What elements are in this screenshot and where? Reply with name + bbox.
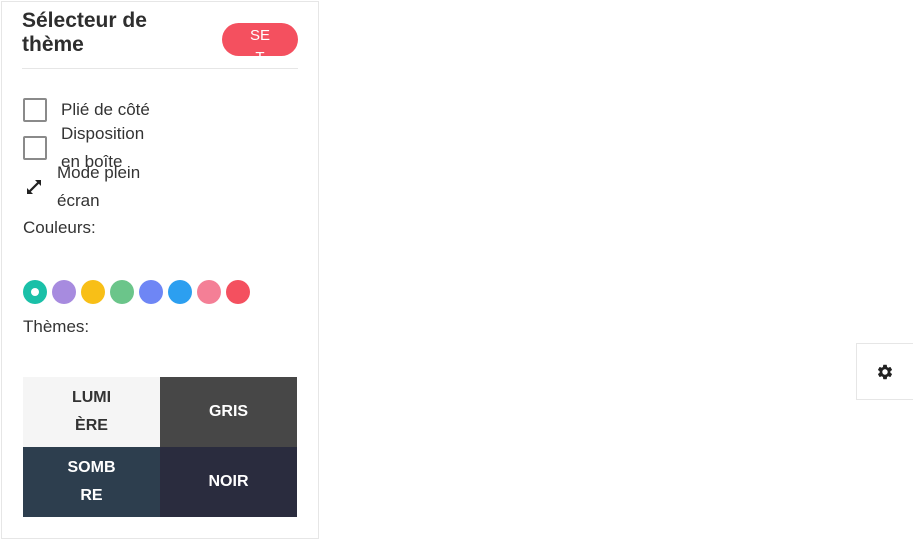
boxed-layout-checkbox[interactable] bbox=[23, 136, 47, 160]
page: Sélecteur de thème RESET Plié de côté Di… bbox=[0, 0, 913, 541]
themes-label: Thèmes: bbox=[23, 317, 90, 336]
fullscreen-label[interactable]: Mode plein écran bbox=[57, 159, 157, 215]
reset-button[interactable]: RESET bbox=[222, 23, 298, 56]
gear-icon bbox=[877, 364, 893, 379]
theme-tile[interactable]: NOIR bbox=[160, 447, 297, 517]
color-swatch[interactable] bbox=[110, 280, 134, 304]
theme-tile[interactable]: LUMIÈRE bbox=[23, 377, 160, 447]
color-swatch[interactable] bbox=[52, 280, 76, 304]
color-swatch[interactable] bbox=[197, 280, 221, 304]
theme-tile[interactable]: GRIS bbox=[160, 377, 297, 447]
color-swatch[interactable] bbox=[81, 280, 105, 304]
theme-tile-label: SOMBRE bbox=[67, 459, 116, 504]
expand-icon[interactable] bbox=[25, 178, 43, 196]
color-swatch[interactable] bbox=[226, 280, 250, 304]
collapsed-side-checkbox[interactable] bbox=[23, 98, 47, 122]
reset-button-label: RESET bbox=[249, 26, 270, 57]
panel-title: Sélecteur de thème bbox=[22, 9, 147, 56]
theme-tile-label: GRIS bbox=[208, 403, 249, 420]
theme-tile-label: NOIR bbox=[208, 473, 249, 490]
color-swatch[interactable] bbox=[139, 280, 163, 304]
divider bbox=[22, 68, 298, 69]
settings-button[interactable] bbox=[856, 343, 913, 400]
color-swatch[interactable] bbox=[168, 280, 192, 304]
color-swatch[interactable] bbox=[23, 280, 47, 304]
theme-tile[interactable]: SOMBRE bbox=[23, 447, 160, 517]
theme-tile-label: LUMIÈRE bbox=[71, 389, 112, 434]
colors-label: Couleurs: bbox=[23, 218, 96, 237]
